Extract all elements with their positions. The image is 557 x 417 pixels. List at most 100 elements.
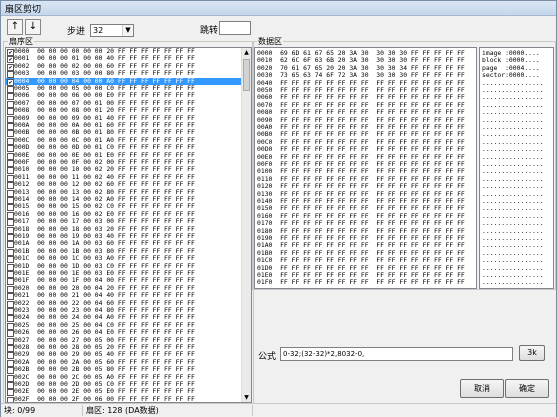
sector-row[interactable]: ✔ 0002 00 00 00 02 00 00 60 FF FF FF FF F… <box>6 62 241 71</box>
sector-row[interactable]: 0023 00 00 00 23 00 04 80 FF FF FF FF FF… <box>6 306 241 315</box>
sector-row[interactable]: 002D 00 00 00 2D 00 05 C0 FF FF FF FF FF… <box>6 380 241 389</box>
sector-checkbox[interactable] <box>7 359 14 367</box>
sector-row[interactable]: 001D 00 00 00 1D 00 03 C0 FF FF FF FF FF… <box>6 262 241 271</box>
sector-checkbox[interactable] <box>7 382 14 389</box>
sector-checkbox[interactable] <box>7 337 14 345</box>
sector-checkbox[interactable] <box>7 234 14 241</box>
sector-checkbox[interactable] <box>7 219 14 227</box>
sector-checkbox[interactable] <box>7 367 14 375</box>
sector-row[interactable]: 001A 00 00 00 1A 00 03 60 FF FF FF FF FF… <box>6 239 241 249</box>
sector-checkbox[interactable] <box>7 285 14 293</box>
move-down-button[interactable]: ↓ <box>25 19 41 35</box>
scroll-up-icon[interactable]: ▲ <box>242 48 251 57</box>
sector-checkbox[interactable] <box>7 86 14 93</box>
formula-button[interactable]: 3k <box>519 345 545 361</box>
sector-checkbox[interactable] <box>7 123 14 130</box>
sector-checkbox[interactable] <box>7 241 14 249</box>
sector-checkbox[interactable] <box>7 167 14 175</box>
sector-row[interactable]: 0013 00 00 00 13 00 02 80 FF FF FF FF FF… <box>6 188 241 197</box>
sector-row[interactable]: 0006 00 00 00 06 00 00 E0 FF FF FF FF FF… <box>6 91 241 101</box>
sector-checkbox[interactable] <box>7 374 14 382</box>
sector-checkbox[interactable] <box>7 211 14 219</box>
sector-checkbox[interactable] <box>7 256 14 264</box>
sector-checkbox[interactable] <box>7 308 14 315</box>
sector-row[interactable]: 002C 00 00 00 2C 00 05 A0 FF FF FF FF FF… <box>6 373 241 382</box>
sector-checkbox[interactable] <box>7 93 14 101</box>
sector-row[interactable]: 000D 00 00 00 0D 00 01 C0 FF FF FF FF FF… <box>6 143 241 153</box>
sector-row[interactable]: 0027 00 00 00 27 00 05 00 FF FF FF FF FF… <box>6 336 241 345</box>
sector-checkbox[interactable] <box>7 108 14 116</box>
sector-row[interactable]: 001E 00 00 00 1E 00 03 E0 FF FF FF FF FF… <box>6 269 241 278</box>
sector-row[interactable]: 0021 00 00 00 21 00 04 40 FF FF FF FF FF… <box>6 291 241 301</box>
chevron-down-icon[interactable]: ▼ <box>122 25 133 36</box>
sector-row[interactable]: 0008 00 00 00 08 00 01 20 FF FF FF FF FF… <box>6 106 241 116</box>
sector-checkbox[interactable] <box>7 71 14 79</box>
sector-row[interactable]: 0010 00 00 00 10 00 02 20 FF FF FF FF FF… <box>6 165 241 175</box>
sector-row[interactable]: 0019 00 00 00 19 00 03 40 FF FF FF FF FF… <box>6 232 241 241</box>
sector-checkbox[interactable] <box>7 352 14 360</box>
sector-row[interactable]: 0028 00 00 00 28 00 05 20 FF FF FF FF FF… <box>6 343 241 352</box>
scroll-thumb[interactable] <box>243 59 250 91</box>
sector-row[interactable]: 0007 00 00 00 07 00 01 00 FF FF FF FF FF… <box>6 99 241 108</box>
sector-checkbox[interactable] <box>7 145 14 153</box>
sector-row[interactable]: 0016 00 00 00 16 00 02 E0 FF FF FF FF FF… <box>6 210 241 219</box>
sector-row[interactable]: 0020 00 00 00 20 00 04 20 FF FF FF FF FF… <box>6 284 241 293</box>
sector-row[interactable]: ✔ 0001 00 00 00 01 00 00 40 FF FF FF FF F… <box>6 54 241 64</box>
sector-row[interactable]: 0014 00 00 00 14 00 02 A0 FF FF FF FF FF… <box>6 195 241 204</box>
sector-checkbox[interactable] <box>7 152 14 160</box>
sector-checkbox[interactable] <box>7 197 14 204</box>
sector-checkbox[interactable] <box>7 115 14 123</box>
hex-data-view[interactable]: 0000 69 6D 61 67 65 20 3A 30 30 30 30 FF… <box>254 47 477 289</box>
sector-row[interactable]: 001F 00 00 00 1F 00 04 00 FF FF FF FF FF… <box>6 276 241 286</box>
sector-row[interactable]: 001B 00 00 00 1B 00 03 80 FF FF FF FF FF… <box>6 247 241 256</box>
sector-checkbox[interactable] <box>7 248 14 256</box>
sector-row[interactable]: 0011 00 00 00 11 00 02 40 FF FF FF FF FF… <box>6 173 241 182</box>
sector-checkbox[interactable]: ✔ <box>7 78 14 86</box>
sector-checkbox[interactable] <box>7 322 14 330</box>
sector-list-scrollbar[interactable]: ▲ ▼ <box>241 48 251 402</box>
move-up-button[interactable]: ↑ <box>7 19 23 35</box>
sector-row[interactable]: 002A 00 00 00 2A 00 05 60 FF FF FF FF FF… <box>6 358 241 367</box>
sector-checkbox[interactable] <box>7 174 14 182</box>
sector-row[interactable]: 000A 00 00 00 0A 00 01 60 FF FF FF FF FF… <box>6 121 241 130</box>
sector-row[interactable]: 0017 00 00 00 17 00 03 00 FF FF FF FF FF… <box>6 217 241 227</box>
sector-row[interactable]: 000C 00 00 00 0C 00 01 A0 FF FF FF FF FF… <box>6 136 241 145</box>
sector-checkbox[interactable] <box>7 330 14 338</box>
jump-input[interactable] <box>219 21 251 35</box>
step-select[interactable]: 32 ▼ <box>90 24 134 37</box>
sector-checkbox[interactable] <box>7 204 14 212</box>
ok-button[interactable]: 确定 <box>505 379 549 398</box>
sector-checkbox[interactable] <box>7 293 14 301</box>
sector-row[interactable]: 0003 00 00 00 03 00 00 80 FF FF FF FF FF… <box>6 69 241 79</box>
sector-checkbox[interactable] <box>7 137 14 145</box>
sector-checkbox[interactable] <box>7 315 14 323</box>
sector-row[interactable]: 002E 00 00 00 2E 00 05 E0 FF FF FF FF FF… <box>6 387 241 397</box>
sector-checkbox[interactable] <box>7 189 14 197</box>
sector-row[interactable]: 002F 00 00 00 2F 00 06 00 FF FF FF FF FF… <box>6 395 241 402</box>
sector-row[interactable]: 0029 00 00 00 29 00 05 40 FF FF FF FF FF… <box>6 350 241 360</box>
sector-checkbox[interactable] <box>7 226 14 234</box>
sector-checkbox[interactable] <box>7 271 14 278</box>
sector-checkbox[interactable]: ✔ <box>7 63 14 71</box>
sector-row[interactable]: 002B 00 00 00 2B 00 05 80 FF FF FF FF FF… <box>6 365 241 375</box>
sector-row[interactable]: 0022 00 00 00 22 00 04 60 FF FF FF FF FF… <box>6 299 241 308</box>
sector-checkbox[interactable] <box>7 278 14 286</box>
sector-checkbox[interactable]: ✔ <box>7 49 14 56</box>
sector-row[interactable]: ✔ 0004 00 00 00 04 00 00 A0 FF FF FF FF F… <box>6 77 241 86</box>
sector-row[interactable]: 000F 00 00 00 0F 00 02 00 FF FF FF FF FF… <box>6 158 241 167</box>
sector-checkbox[interactable] <box>7 100 14 108</box>
ascii-data-view[interactable]: image :0000.... block :0000.... page :0004… <box>479 47 554 289</box>
sector-row[interactable]: 0018 00 00 00 18 00 03 20 FF FF FF FF FF… <box>6 225 241 234</box>
sector-row[interactable]: 0025 00 00 00 25 00 04 C0 FF FF FF FF FF… <box>6 321 241 330</box>
sector-checkbox[interactable]: ✔ <box>7 56 14 64</box>
sector-row[interactable]: 001C 00 00 00 1C 00 03 A0 FF FF FF FF FF… <box>6 254 241 264</box>
sector-checkbox[interactable] <box>7 160 14 167</box>
sector-row[interactable]: 0015 00 00 00 15 00 02 C0 FF FF FF FF FF… <box>6 202 241 212</box>
sector-row[interactable]: 0012 00 00 00 12 00 02 60 FF FF FF FF FF… <box>6 180 241 190</box>
sector-checkbox[interactable] <box>7 300 14 308</box>
formula-input[interactable]: 0-32;(32-32)*2,8032-0, <box>280 347 513 361</box>
sector-row[interactable]: ✔ 0000 00 00 00 00 00 00 20 FF FF FF FF F… <box>6 48 241 56</box>
sector-row[interactable]: 0026 00 00 00 26 00 04 E0 FF FF FF FF FF… <box>6 328 241 338</box>
sector-checkbox[interactable] <box>7 263 14 271</box>
sector-row[interactable]: 000B 00 00 00 0B 00 01 80 FF FF FF FF FF… <box>6 128 241 138</box>
